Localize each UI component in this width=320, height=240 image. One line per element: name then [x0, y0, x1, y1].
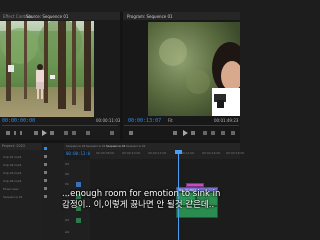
extract-icon[interactable]	[211, 131, 215, 135]
add-marker-icon[interactable]	[6, 131, 10, 135]
overwrite-icon[interactable]	[72, 131, 76, 135]
project-panel-title[interactable]: Project: 2022	[2, 144, 25, 149]
add-button-icon[interactable]	[110, 131, 114, 135]
project-item[interactable]: Clip-02.mp4	[3, 163, 21, 168]
mark-in-icon[interactable]	[14, 131, 16, 135]
play-button-icon[interactable]	[183, 130, 188, 136]
slip-tool-icon[interactable]	[44, 171, 47, 174]
source-timecode-right[interactable]: 00:00:11:03	[96, 118, 120, 123]
selection-tool-icon[interactable]	[44, 147, 47, 150]
type-tool-icon[interactable]	[44, 195, 47, 198]
insert-icon[interactable]	[64, 131, 68, 135]
razor-tool-icon[interactable]	[44, 163, 47, 166]
ruler-tick-label: 00:00:16:00	[202, 151, 221, 155]
program-timecode-right[interactable]: 00:01:49:23	[214, 118, 238, 123]
track-label-v1[interactable]: V1	[65, 182, 69, 187]
timeline-tab[interactable]: Sequence 01	[126, 144, 146, 149]
timeline-tab-active[interactable]: Sequence 01	[106, 144, 126, 149]
lift-icon[interactable]	[203, 131, 207, 135]
track-target-icon[interactable]	[76, 182, 81, 187]
project-item[interactable]: Sequence 01	[3, 195, 23, 200]
timeline-tab[interactable]: Sequence 01	[66, 144, 86, 149]
project-panel: Project: 2022 Clip-01.mp4 Clip-02.mp4 Cl…	[0, 143, 42, 240]
source-scrubber[interactable]	[2, 125, 118, 126]
step-back-icon[interactable]	[173, 131, 177, 135]
project-item[interactable]: Clip-03.mp4	[3, 171, 21, 176]
project-item[interactable]: Music.wav	[3, 187, 19, 192]
track-label-a4[interactable]: A4	[65, 230, 69, 235]
ruler-tick-label: 00:00:08:00	[96, 151, 115, 155]
tab-source[interactable]: Source: Sequence 01	[26, 14, 68, 19]
pen-tool-icon[interactable]	[44, 179, 47, 182]
program-scrubber[interactable]	[124, 125, 239, 126]
ruler-tick-label: 00:00:12:00	[148, 151, 167, 155]
subtitle-english: ...enough room for emotion to sink in	[62, 189, 221, 199]
project-item[interactable]: Clip-01.mp4	[3, 155, 21, 160]
source-timecode-left[interactable]: 00:00:00:00	[2, 118, 35, 124]
export-frame-icon[interactable]	[221, 131, 225, 135]
program-video-frame	[148, 22, 240, 116]
source-video-frame	[0, 21, 94, 117]
source-transport-controls	[0, 128, 120, 138]
ruler-tick-label: 00:00:10:00	[122, 151, 141, 155]
subtitle-korean: 감정이.. 이,이렇게 끓나면 안 될것 같은데..	[62, 200, 215, 210]
ripple-edit-tool-icon[interactable]	[44, 155, 47, 158]
project-item[interactable]: Clip-04.mp4	[3, 179, 21, 184]
program-fit-dropdown[interactable]: Fit	[168, 118, 173, 123]
step-forward-icon[interactable]	[50, 131, 54, 135]
hand-tool-icon[interactable]	[44, 187, 47, 190]
step-forward-icon[interactable]	[191, 131, 195, 135]
track-label-v3[interactable]: V3	[65, 162, 69, 167]
track-target-icon[interactable]	[76, 218, 81, 223]
mark-out-icon[interactable]	[20, 131, 22, 135]
program-timecode-left[interactable]: 00:00:13:07	[128, 118, 161, 124]
add-marker-icon[interactable]	[129, 131, 133, 135]
ruler-tick-label: 00:00:18:00	[226, 151, 245, 155]
track-label-v2[interactable]: V2	[65, 172, 69, 177]
step-back-icon[interactable]	[34, 131, 38, 135]
program-transport-controls	[123, 128, 240, 138]
source-monitor-tabbar: Effect Controls Source: Sequence 01	[0, 12, 120, 20]
track-label-a3[interactable]: A3	[65, 218, 69, 223]
export-frame-icon[interactable]	[86, 131, 90, 135]
tools-panel	[42, 143, 64, 240]
program-monitor-tabbar: Program: Sequence 01	[123, 12, 240, 20]
timeline-timecode[interactable]: 00:00:13:07	[66, 151, 93, 157]
play-button-icon[interactable]	[42, 130, 47, 136]
tab-program[interactable]: Program: Sequence 01	[127, 14, 173, 19]
playhead-handle[interactable]	[175, 150, 182, 154]
project-panel-header: Project: 2022	[0, 143, 42, 150]
add-button-icon[interactable]	[231, 131, 235, 135]
timeline-tabbar: Sequence 01 Sequence 01 Sequence 01 Sequ…	[64, 143, 240, 150]
timeline-tab[interactable]: Sequence 01	[86, 144, 106, 149]
